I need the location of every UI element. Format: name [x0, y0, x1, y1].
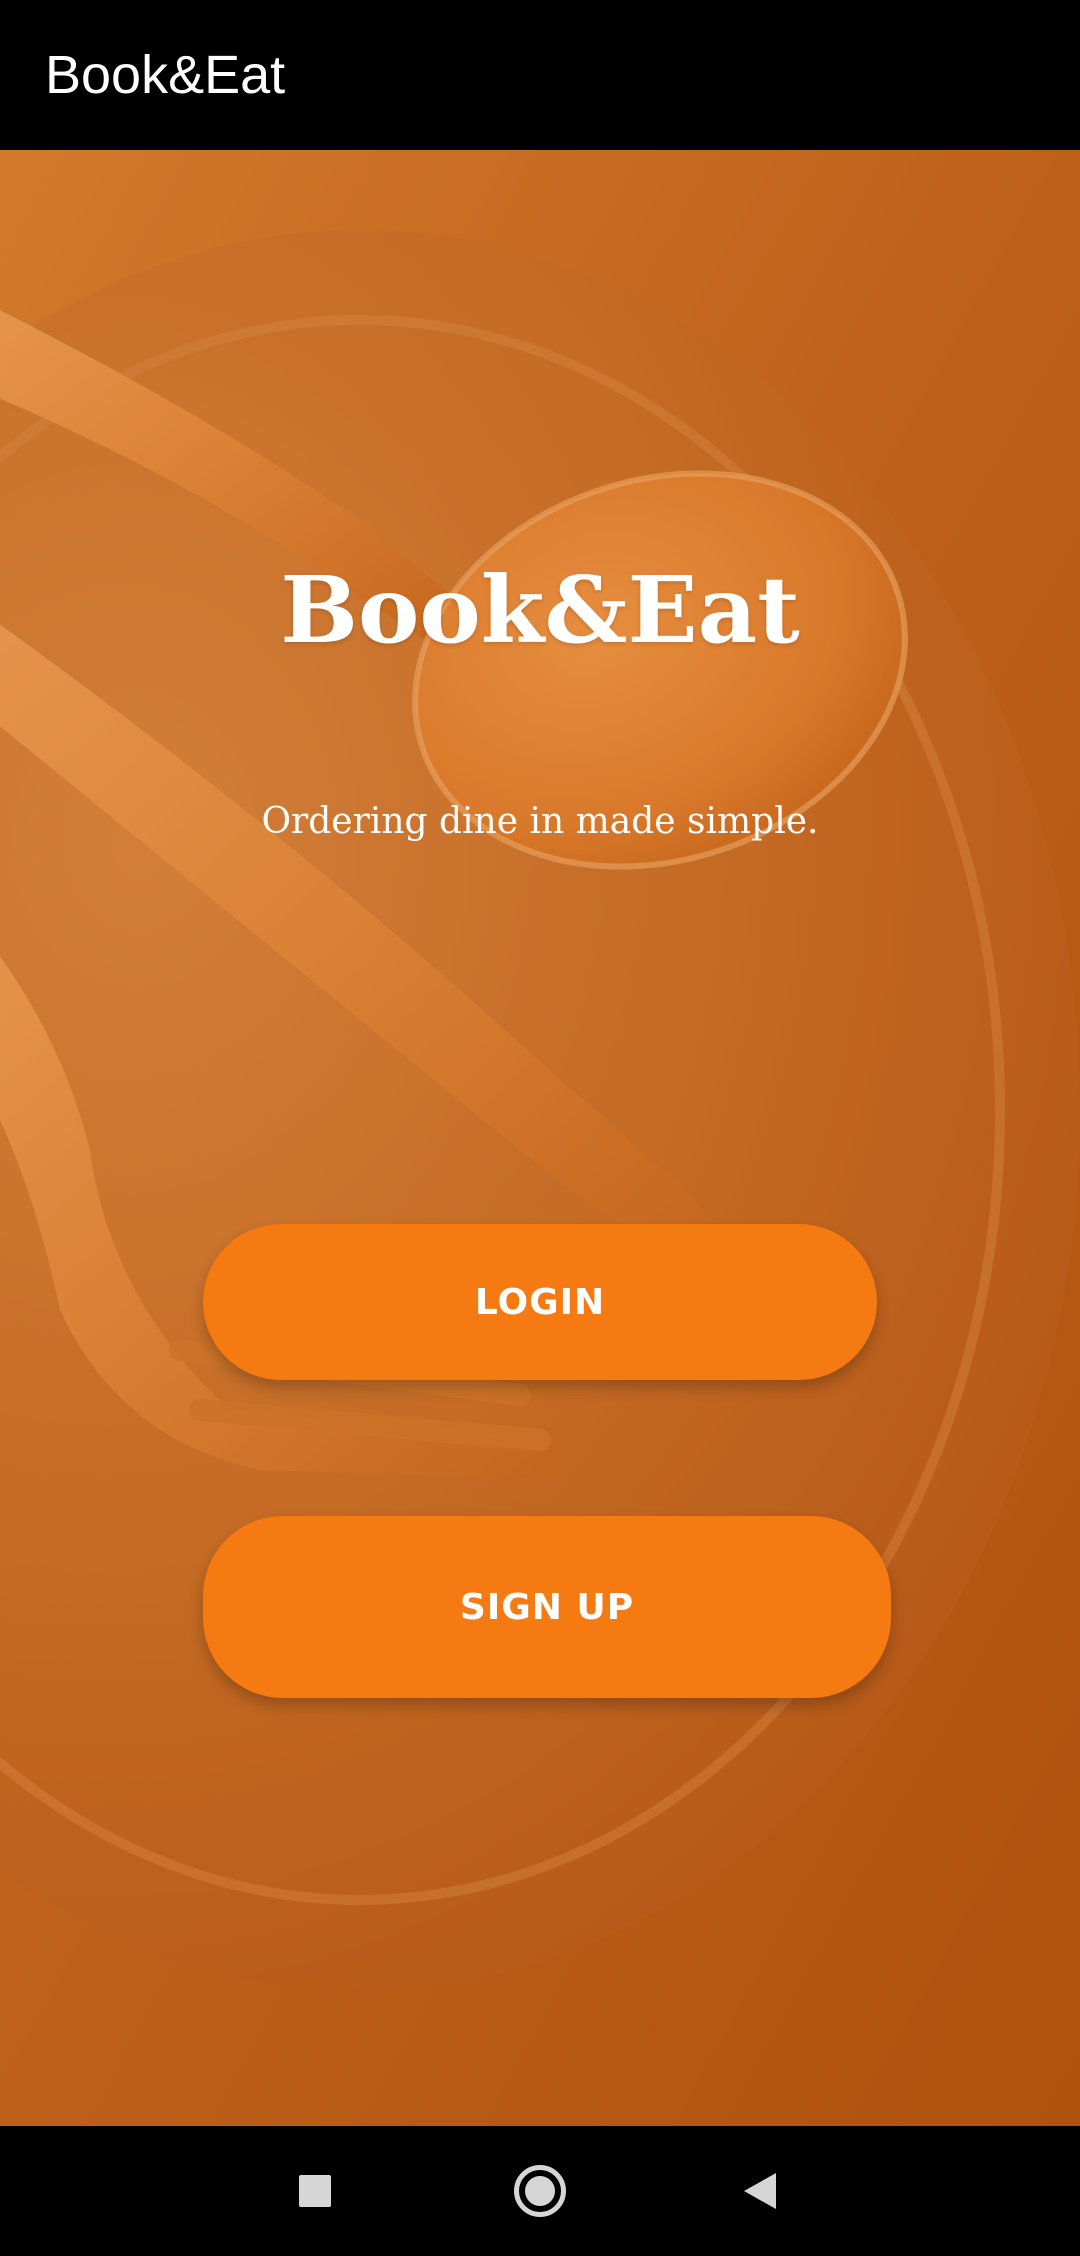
home-button[interactable] — [480, 2126, 600, 2256]
welcome-screen: Book&Eat Ordering dine in made simple. L… — [0, 150, 1080, 2126]
circle-home-icon — [514, 2165, 566, 2217]
top-app-bar: Book&Eat — [0, 0, 1080, 150]
square-icon — [299, 2175, 331, 2207]
app-bar-title: Book&Eat — [45, 45, 286, 105]
cutlery-background-image — [0, 150, 1080, 2126]
hero-title: Book&Eat — [280, 556, 800, 664]
back-button[interactable] — [700, 2126, 820, 2256]
recents-button[interactable] — [255, 2126, 375, 2256]
app-root: Book&Eat Book&Eat Ordering dine in made … — [0, 0, 1080, 2256]
tagline: Ordering dine in made simple. — [261, 801, 819, 842]
triangle-back-icon — [744, 2173, 776, 2209]
system-nav-bar — [0, 2126, 1080, 2256]
signup-button[interactable]: SIGN UP — [203, 1516, 891, 1698]
login-button[interactable]: LOGIN — [203, 1224, 877, 1380]
